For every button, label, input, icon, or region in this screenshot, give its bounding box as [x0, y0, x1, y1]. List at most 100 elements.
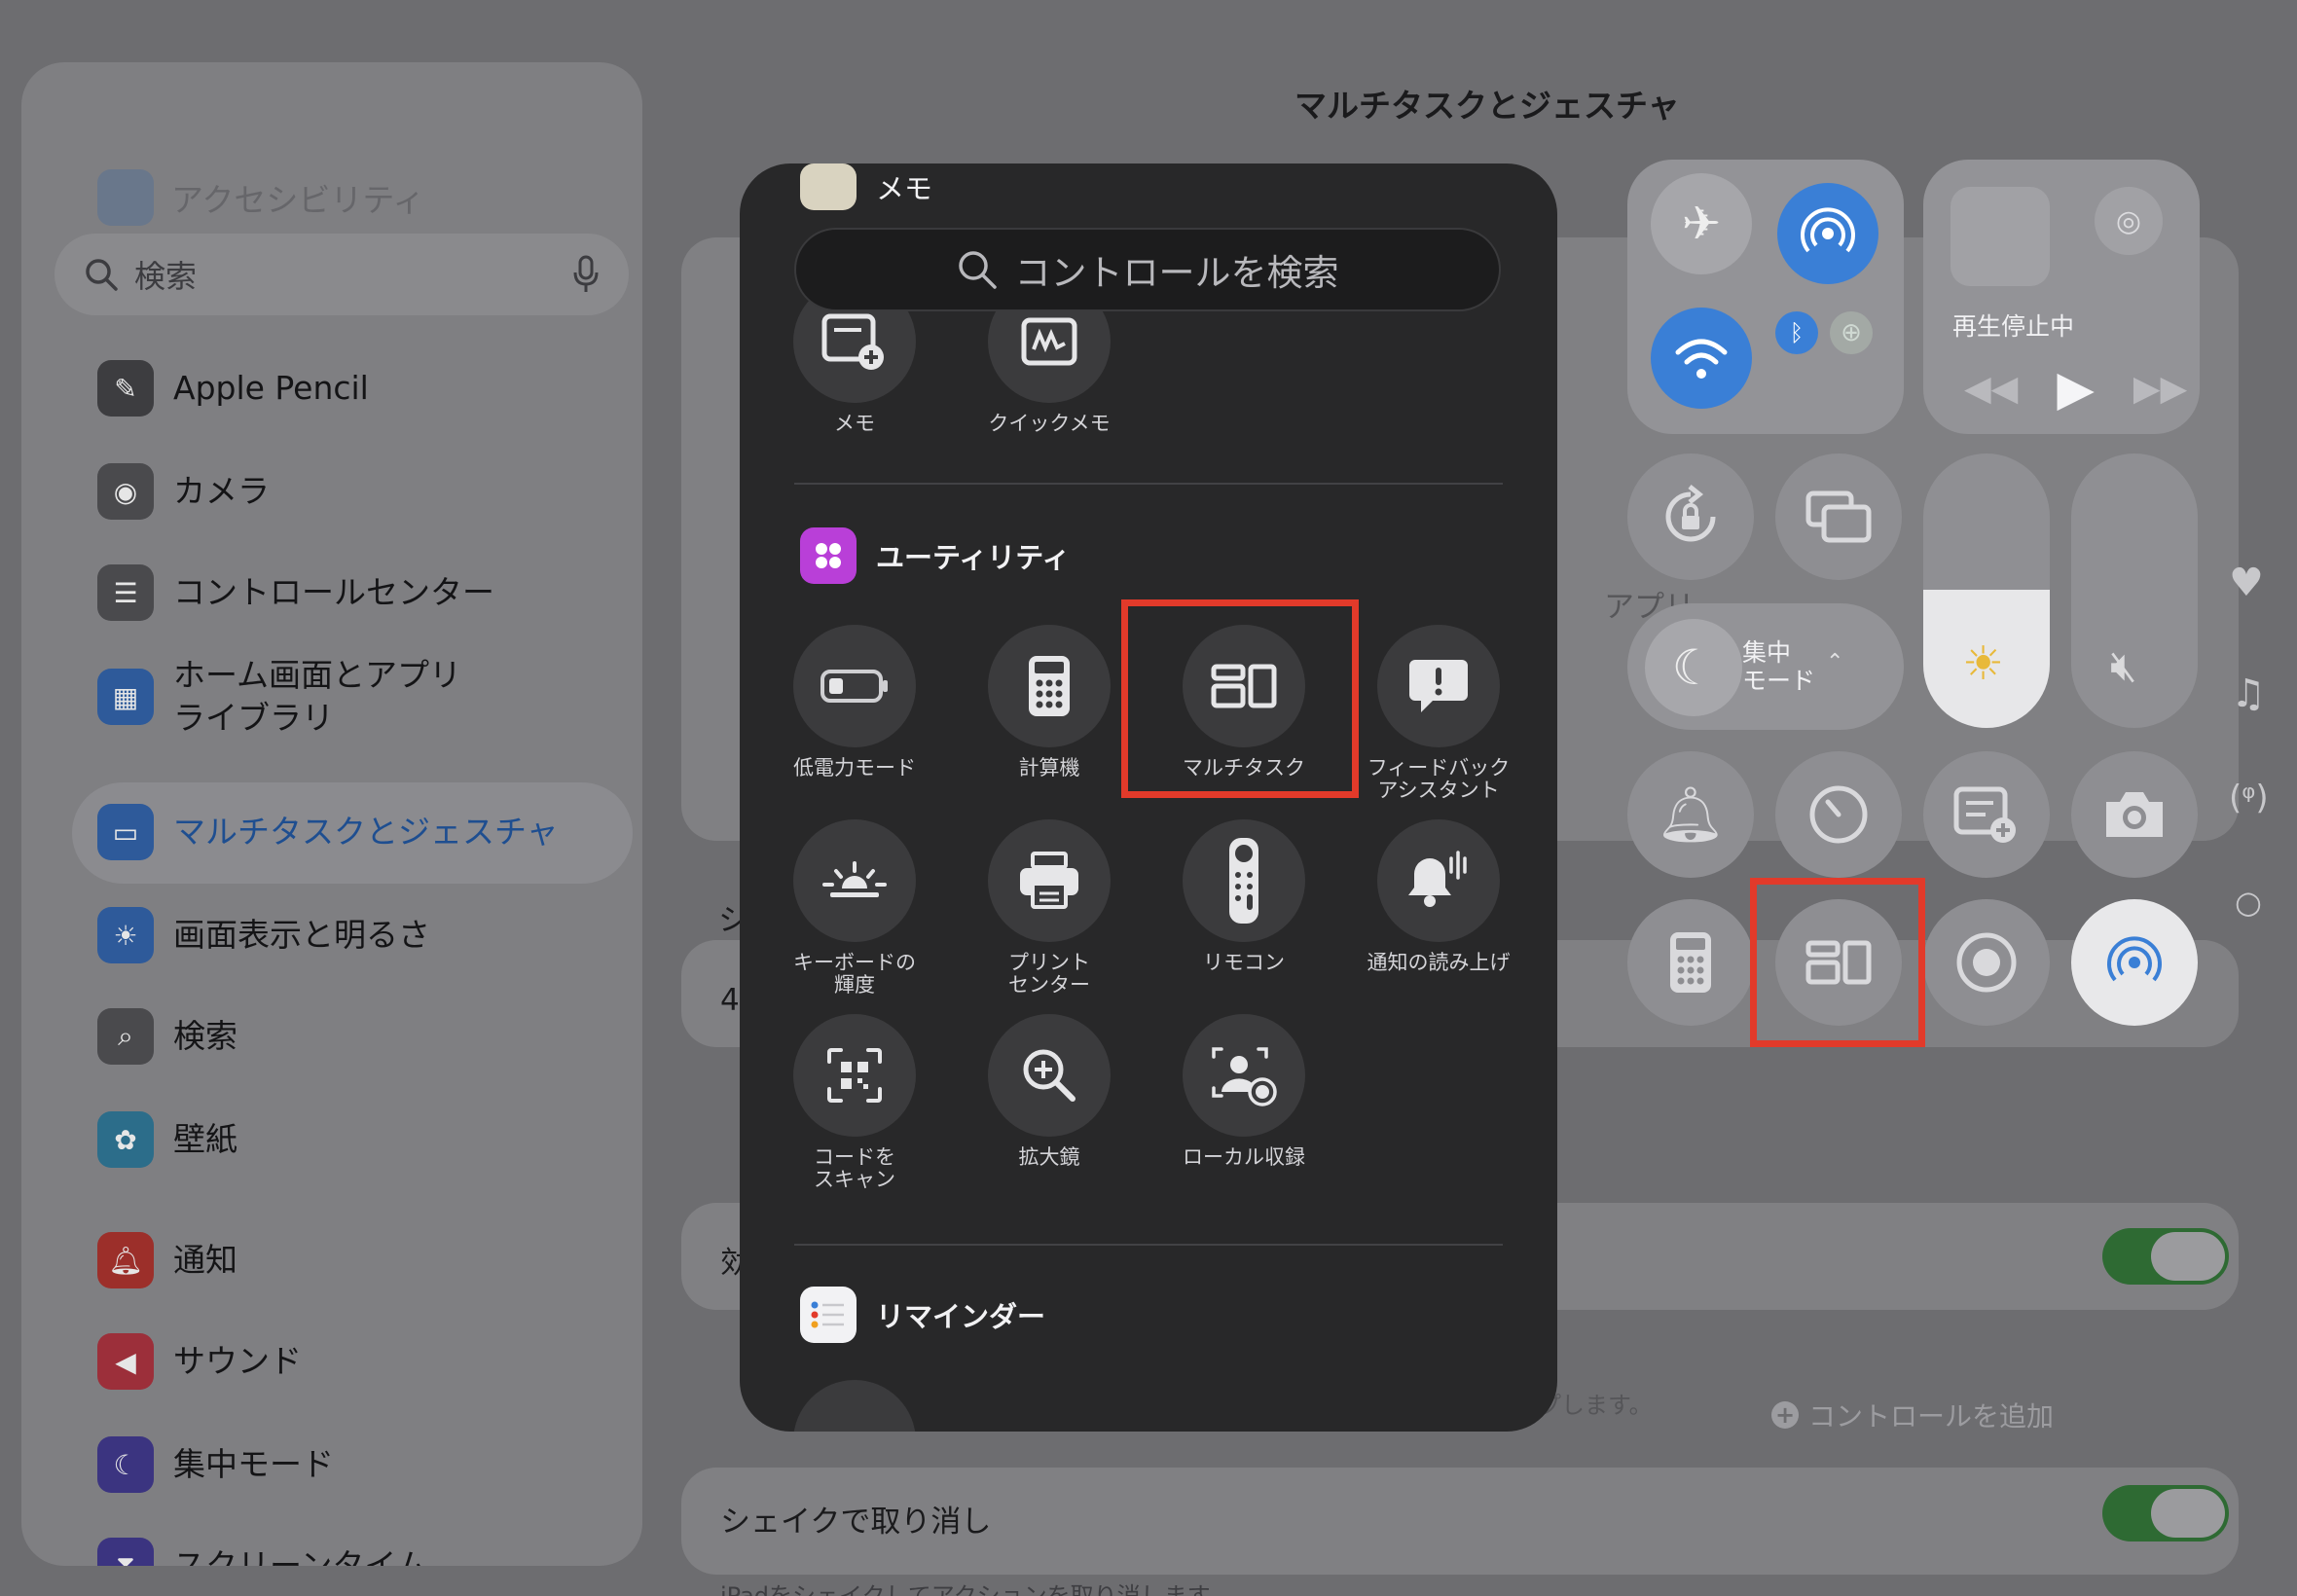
control-tile-magnifier[interactable]: 拡大鏡: [952, 1014, 1147, 1169]
tile-circle: [988, 1014, 1111, 1137]
notes-app-icon: [800, 163, 857, 210]
control-tile-remote[interactable]: リモコン: [1147, 819, 1341, 974]
search-placeholder: コントロールを検索: [1014, 252, 1339, 294]
sidebar-search-field[interactable]: 検索: [55, 234, 629, 315]
gesture-toggle[interactable]: [2102, 1228, 2229, 1285]
sidebar-item-label: アクセシビリティ: [171, 181, 425, 219]
now-playing-status: 再生停止中: [1952, 312, 2075, 341]
music-note-icon[interactable]: ♫: [2231, 671, 2266, 716]
airdrop-icon: [1801, 207, 1855, 253]
control-tile-reminder[interactable]: [757, 1380, 952, 1432]
sun-icon: ☀: [97, 907, 154, 963]
bluetooth-button[interactable]: ᛒ: [1775, 311, 1818, 354]
tile-label: 通知の読み上げ: [1367, 951, 1511, 974]
sidebar-item-screen-time[interactable]: ⧗ スクリーンタイム: [97, 1538, 428, 1566]
sidebar-item-search[interactable]: ⌕ 検索: [97, 1008, 237, 1065]
airplay-button[interactable]: ◎: [2095, 187, 2163, 255]
search-icon: [958, 251, 997, 289]
sidebar-item-label: スクリーンタイム: [173, 1546, 428, 1566]
airplay-icon: ◎: [2115, 203, 2142, 238]
tile-circle: [793, 1380, 916, 1432]
camera-button[interactable]: [2071, 751, 2198, 878]
sidebar-item-wallpaper[interactable]: ✿ 壁紙: [97, 1111, 237, 1168]
control-tile-keyboard-brightness[interactable]: キーボードの 輝度: [757, 819, 952, 997]
airplane-mode-button[interactable]: ✈: [1651, 173, 1752, 274]
play-icon[interactable]: ▶: [2057, 360, 2094, 417]
feedback-icon: [1409, 660, 1468, 712]
rewind-icon[interactable]: ◀◀: [1964, 369, 2018, 409]
sidebar-item-label: 検索: [173, 1017, 237, 1055]
control-tile-print-center[interactable]: プリント センター: [952, 819, 1147, 997]
sidebar-item-notifications[interactable]: 🔔︎ 通知: [97, 1232, 237, 1288]
local-capture-icon: [1212, 1047, 1277, 1106]
flower-icon: ✿: [97, 1111, 154, 1168]
cellular-button[interactable]: ⊕: [1830, 311, 1873, 354]
magnifier-icon: [1023, 1049, 1076, 1102]
tile-circle: [1183, 1014, 1305, 1137]
control-tile-low-power[interactable]: 低電力モード: [757, 625, 952, 780]
page-dot-icon[interactable]: ○: [2235, 884, 2262, 921]
section-header-utilities: ユーティリティ: [800, 527, 1071, 584]
bell-wave-icon: [1408, 851, 1467, 907]
sun-icon: ☀: [1962, 636, 2005, 691]
calculator-button[interactable]: [1627, 899, 1754, 1026]
wifi-button[interactable]: [1651, 308, 1752, 409]
note-add-icon: [821, 313, 884, 370]
sidebar-item-camera[interactable]: ◉ カメラ: [97, 463, 270, 520]
hearing-button[interactable]: [2071, 899, 2198, 1026]
sidebar-item-control-center[interactable]: ☰ コントロールセンター: [97, 564, 494, 621]
screen-mirroring-button[interactable]: [1775, 453, 1902, 580]
shake-undo-toggle[interactable]: [2102, 1485, 2229, 1542]
section-title: メモ: [876, 172, 933, 205]
volume-slider[interactable]: 🔇︎: [2071, 453, 2198, 728]
control-tile-feedback-assistant[interactable]: フィードバック アシスタント: [1341, 625, 1536, 802]
antenna-icon[interactable]: (ᵠ): [2229, 779, 2269, 817]
microphone-icon[interactable]: [572, 255, 600, 294]
sidebar-item-accessibility[interactable]: アクセシビリティ: [97, 169, 424, 226]
control-tile-announce-notifications[interactable]: 通知の読み上げ: [1341, 819, 1536, 974]
add-control-button[interactable]: + コントロールを追加: [1771, 1396, 2054, 1434]
tile-circle: [1377, 625, 1500, 747]
brightness-slider[interactable]: ☀: [1923, 453, 2050, 728]
hourglass-icon: ⧗: [97, 1538, 154, 1566]
tile-label: フィードバック アシスタント: [1367, 756, 1511, 802]
camera-icon: ◉: [97, 463, 154, 520]
control-tile-scan-code[interactable]: コードを スキャン: [757, 1014, 952, 1191]
tile-label: メモ: [834, 412, 875, 435]
timer-button[interactable]: [1775, 751, 1902, 878]
sidebar-item-home-screen[interactable]: ▦ ホーム画面とアプリ ライブラリ: [97, 654, 461, 740]
quick-note-button[interactable]: [1923, 751, 2050, 878]
airdrop-icon: [2107, 936, 2162, 982]
sidebar-item-sounds[interactable]: ◀ サウンド: [97, 1333, 302, 1390]
silent-mode-button[interactable]: 🔔︎: [1627, 751, 1754, 878]
page-title: マルチタスクとジェスチャ: [1294, 87, 1680, 125]
bell-icon: 🔔︎: [1656, 783, 1726, 847]
screen-recording-button[interactable]: [1923, 899, 2050, 1026]
control-tile-calculator[interactable]: 計算機: [952, 625, 1147, 780]
multitasking-icon: ▭: [97, 804, 154, 860]
timer-icon: [1809, 785, 1868, 844]
calculator-icon: [1670, 932, 1711, 993]
search-placeholder: 検索: [134, 258, 198, 295]
rotation-lock-icon: [1665, 485, 1716, 542]
qr-code-icon: [827, 1048, 882, 1103]
tile-label: キーボードの 輝度: [793, 951, 916, 997]
orientation-lock-button[interactable]: [1627, 453, 1754, 580]
section-title: リマインダー: [876, 1300, 1046, 1333]
control-tile-local-capture[interactable]: ローカル収録: [1147, 1014, 1341, 1169]
reminders-app-icon: [800, 1287, 857, 1343]
partial-text: 4: [720, 983, 740, 1018]
focus-label: 集中 モード: [1742, 638, 1816, 695]
sidebar-item-apple-pencil[interactable]: ✎ Apple Pencil: [97, 360, 369, 417]
control-search-input[interactable]: コントロールを検索: [794, 228, 1501, 311]
sidebar-item-focus[interactable]: ☾ 集中モード: [97, 1436, 334, 1493]
bell-icon: 🔔︎: [97, 1232, 154, 1288]
airdrop-button[interactable]: [1777, 183, 1878, 284]
fast-forward-icon[interactable]: ▶▶: [2133, 369, 2187, 409]
add-control-label: コントロールを追加: [1808, 1400, 2055, 1433]
sidebar-item-label: カメラ: [173, 472, 270, 510]
heart-icon[interactable]: ♥: [2229, 561, 2264, 605]
playback-controls: ◀◀ ▶ ▶▶: [1964, 360, 2187, 417]
sidebar-item-multitasking[interactable]: ▭ マルチタスクとジェスチャ: [97, 804, 559, 860]
sidebar-item-display[interactable]: ☀ 画面表示と明るさ: [97, 907, 430, 963]
